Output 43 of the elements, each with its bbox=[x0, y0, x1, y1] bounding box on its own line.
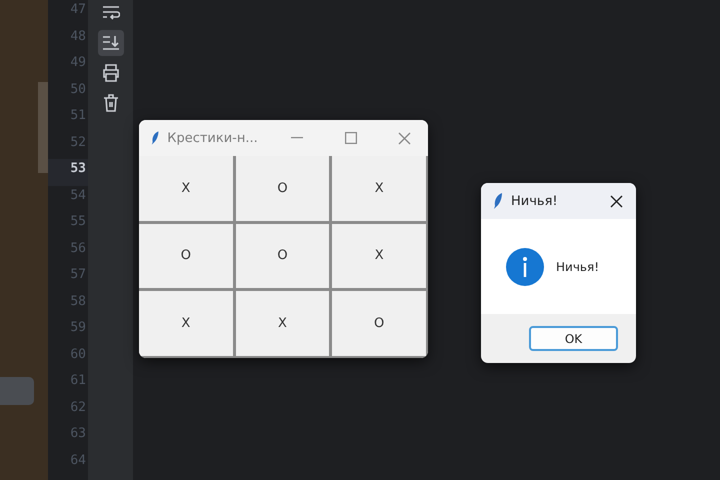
minimize-icon[interactable] bbox=[290, 137, 303, 139]
board-cell[interactable]: X bbox=[332, 224, 426, 288]
board-cell[interactable]: X bbox=[332, 156, 426, 221]
line-number: 52 bbox=[69, 134, 87, 152]
line-number: 51 bbox=[69, 107, 87, 125]
line-number: 61 bbox=[69, 372, 87, 390]
line-number: 48 bbox=[69, 28, 87, 46]
scrollbar-thumb[interactable] bbox=[38, 82, 48, 173]
maximize-icon[interactable] bbox=[344, 132, 357, 144]
line-number: 64 bbox=[69, 452, 87, 470]
board-cell[interactable]: X bbox=[139, 291, 233, 356]
board-cell[interactable]: O bbox=[236, 156, 330, 221]
info-icon bbox=[506, 248, 544, 286]
board-cell[interactable]: O bbox=[139, 224, 233, 288]
board-cell[interactable]: O bbox=[236, 224, 330, 288]
ok-button[interactable]: OK bbox=[529, 326, 618, 351]
board-cell[interactable]: X bbox=[139, 156, 233, 221]
line-number: 63 bbox=[69, 425, 87, 443]
line-number: 60 bbox=[69, 346, 87, 364]
feather-icon bbox=[151, 129, 160, 147]
line-number: 56 bbox=[69, 240, 87, 258]
feather-icon bbox=[493, 192, 503, 210]
toolbar-button[interactable] bbox=[98, 30, 124, 56]
line-number: 50 bbox=[69, 80, 87, 98]
trash-icon[interactable] bbox=[102, 94, 118, 112]
line-number: 59 bbox=[69, 319, 87, 337]
line-number: 47 bbox=[69, 1, 87, 19]
board-cell[interactable]: X bbox=[236, 291, 330, 356]
line-number: 49 bbox=[69, 54, 87, 72]
line-number: 55 bbox=[69, 213, 87, 231]
dialog-title: Ничья! bbox=[511, 194, 558, 208]
line-number: 58 bbox=[69, 292, 87, 310]
scroll-down-icon[interactable] bbox=[102, 35, 120, 51]
line-number: 62 bbox=[69, 398, 87, 416]
print-icon[interactable] bbox=[102, 64, 120, 82]
line-number: 53 bbox=[48, 159, 88, 186]
board-cell[interactable]: O bbox=[332, 291, 426, 356]
line-number: 57 bbox=[69, 266, 87, 284]
line-number: 54 bbox=[69, 186, 87, 204]
dialog-message: Ничья! bbox=[556, 260, 600, 274]
close-icon[interactable] bbox=[610, 194, 622, 208]
wrap-icon[interactable] bbox=[102, 5, 120, 21]
window-title: Крестики-н... bbox=[167, 130, 258, 146]
